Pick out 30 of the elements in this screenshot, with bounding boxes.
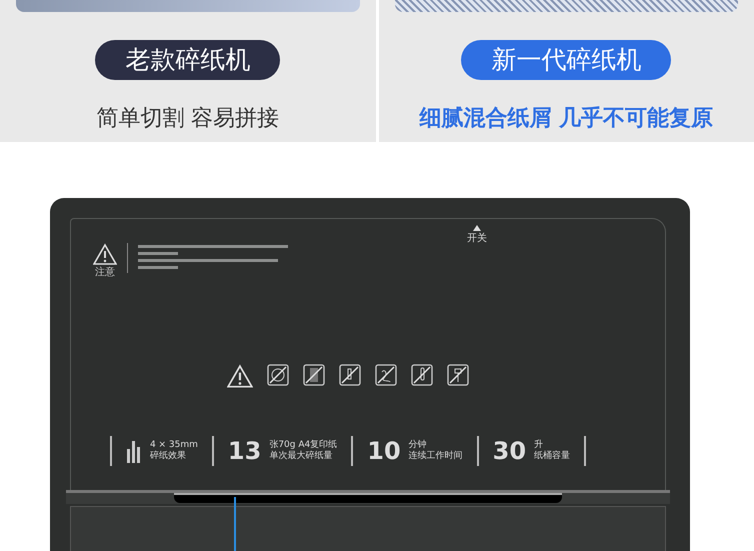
warning-icon: [93, 243, 117, 265]
spec-text: 单次最大碎纸量: [269, 451, 334, 462]
spec-text: 纸桶容量: [534, 451, 570, 462]
spec-text: 碎纸效果: [150, 451, 187, 462]
prohibited-item-icon: [447, 364, 469, 386]
spec-text: 张70g A4复印纸: [269, 440, 338, 450]
prohibited-item-icon: [339, 364, 361, 386]
spec-value: 13: [228, 439, 262, 463]
bars-icon: [126, 439, 142, 463]
warning-icon: [227, 364, 253, 388]
label-pill: 老款碎纸机: [95, 40, 280, 80]
prohibited-item-icon: [375, 364, 397, 386]
indicator-line: [234, 497, 236, 551]
label-pill: 新一代碎纸机: [461, 40, 672, 80]
prohibited-item-icon: [411, 364, 433, 386]
illegible-text-line: [138, 252, 178, 255]
caption: 简单切割 容易拼接: [96, 105, 280, 133]
spec-text: 连续工作时间: [408, 451, 463, 462]
prohibited-item-icon: [303, 364, 325, 386]
caption: 细腻混合纸屑 几乎不可能复原: [419, 105, 714, 133]
spec-value: 10: [367, 439, 401, 463]
spec-value: 30: [492, 439, 526, 463]
illegible-text-line: [138, 266, 178, 269]
spec-text: 分钟: [408, 440, 428, 450]
triangle-icon: [473, 225, 481, 231]
spec-text: 升: [534, 440, 544, 450]
warning-label: 注意: [95, 266, 115, 280]
spec-text: 4 × 35mm: [150, 440, 198, 450]
switch-label: 开关: [467, 232, 487, 246]
prohibited-item-icon: [267, 364, 289, 386]
